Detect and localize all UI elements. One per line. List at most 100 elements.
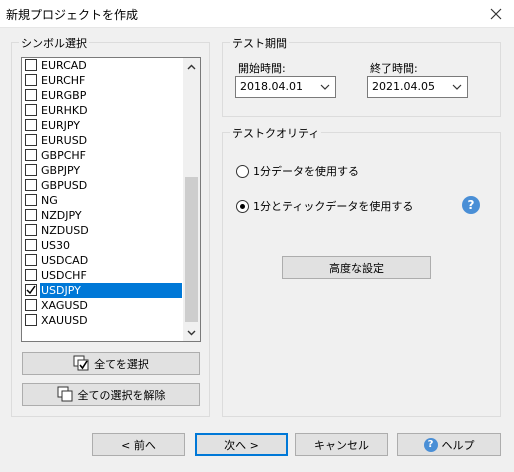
start-date-value: 2018.04.01 xyxy=(240,80,303,93)
advanced-settings-label: 高度な設定 xyxy=(329,261,384,275)
chevron-down-icon xyxy=(452,84,462,90)
select-all-label: 全てを選択 xyxy=(94,357,149,371)
symbol-list-item[interactable]: XAGUSD xyxy=(22,298,182,313)
scroll-down-button[interactable] xyxy=(183,324,200,341)
symbol-name: USDCAD xyxy=(41,254,89,267)
test-period-label: テスト期間 xyxy=(230,35,289,51)
symbol-checkbox[interactable] xyxy=(25,179,37,191)
symbol-checkbox[interactable] xyxy=(25,59,37,71)
symbol-name: NG xyxy=(41,194,58,207)
symbol-checkbox[interactable] xyxy=(25,224,37,236)
symbol-name: GBPJPY xyxy=(41,164,81,177)
symbol-name: USDJPY xyxy=(40,283,182,298)
advanced-settings-button[interactable]: 高度な設定 xyxy=(282,256,431,279)
symbol-checkbox[interactable] xyxy=(25,239,37,251)
symbol-name: XAGUSD xyxy=(41,299,88,312)
help-icon: ? xyxy=(423,437,438,452)
symbol-list-item[interactable]: EURJPY xyxy=(22,118,182,133)
symbol-checkbox[interactable] xyxy=(25,254,37,266)
checkmark-icon xyxy=(26,285,36,295)
back-label: < 前へ xyxy=(121,438,156,452)
symbol-list-items: EURCAD EURCHF EURGBP EURHKD EURJPY EURUSD GBPC… xyxy=(22,58,182,328)
start-date-combo[interactable]: 2018.04.01 xyxy=(235,76,336,98)
end-time-label: 終了時間: xyxy=(370,62,418,75)
symbol-name: XAUUSD xyxy=(41,314,88,327)
symbol-name: EURJPY xyxy=(41,119,80,132)
symbol-list-item[interactable]: NG xyxy=(22,193,182,208)
next-button[interactable]: 次へ > xyxy=(195,433,288,456)
symbol-checkbox[interactable] xyxy=(25,164,37,176)
back-button[interactable]: < 前へ xyxy=(92,433,185,456)
title-bar: 新規プロジェクトを作成 xyxy=(0,0,514,28)
symbol-name: EURHKD xyxy=(41,104,88,117)
radio-button[interactable] xyxy=(236,199,249,213)
symbol-list-item[interactable]: US30 xyxy=(22,238,182,253)
uncheck-all-icon xyxy=(57,386,72,402)
next-label: 次へ > xyxy=(224,438,259,452)
window-title: 新規プロジェクトを作成 xyxy=(6,8,139,22)
symbol-checkbox[interactable] xyxy=(25,194,37,206)
symbol-list[interactable]: EURCAD EURCHF EURGBP EURHKD EURJPY EURUSD GBPC… xyxy=(21,57,201,342)
help-icon[interactable]: ? xyxy=(462,196,480,214)
symbol-name: EURCAD xyxy=(41,59,87,72)
symbol-list-item[interactable]: USDCHF xyxy=(22,268,182,283)
symbol-name: NZDJPY xyxy=(41,209,82,222)
symbol-checkbox[interactable] xyxy=(25,284,37,296)
symbol-checkbox[interactable] xyxy=(25,299,37,311)
symbol-list-item[interactable]: EURCAD xyxy=(22,58,182,73)
cancel-label: キャンセル xyxy=(314,438,369,452)
select-all-button[interactable]: 全てを選択 xyxy=(22,352,200,375)
symbol-list-item[interactable]: USDJPY xyxy=(22,283,182,298)
symbol-list-item[interactable]: GBPUSD xyxy=(22,178,182,193)
end-date-combo[interactable]: 2021.04.05 xyxy=(367,76,468,98)
start-time-label: 開始時間: xyxy=(238,62,286,75)
radio-1min-tick-label: 1分とティックデータを使用する xyxy=(253,200,414,213)
check-all-icon xyxy=(73,355,89,371)
help-label: ヘルプ xyxy=(441,438,475,452)
close-button[interactable] xyxy=(478,0,514,28)
symbol-list-item[interactable]: EURHKD xyxy=(22,103,182,118)
symbol-list-item[interactable]: NZDUSD xyxy=(22,223,182,238)
scroll-up-button[interactable] xyxy=(183,58,200,75)
symbol-list-item[interactable]: EURCHF xyxy=(22,73,182,88)
symbol-checkbox[interactable] xyxy=(25,104,37,116)
symbol-list-item[interactable]: EURGBP xyxy=(22,88,182,103)
symbol-checkbox[interactable] xyxy=(25,149,37,161)
symbol-name: EURCHF xyxy=(41,74,86,87)
radio-button[interactable] xyxy=(236,164,249,178)
symbol-list-item[interactable]: USDCAD xyxy=(22,253,182,268)
symbol-checkbox[interactable] xyxy=(25,269,37,281)
radio-1min-label: 1分データを使用する xyxy=(253,165,359,178)
symbol-list-item[interactable]: NZDJPY xyxy=(22,208,182,223)
symbol-list-item[interactable]: GBPJPY xyxy=(22,163,182,178)
symbol-name: GBPUSD xyxy=(41,179,88,192)
deselect-all-button[interactable]: 全ての選択を解除 xyxy=(22,383,200,406)
symbol-selection-label: シンボル選択 xyxy=(19,35,89,51)
symbol-name: NZDUSD xyxy=(41,224,89,237)
chevron-down-icon xyxy=(320,84,330,90)
end-date-value: 2021.04.05 xyxy=(372,80,435,93)
symbol-checkbox[interactable] xyxy=(25,74,37,86)
symbol-list-scrollbar[interactable] xyxy=(183,58,200,341)
cancel-button[interactable]: キャンセル xyxy=(295,433,388,456)
symbol-list-item[interactable]: EURUSD xyxy=(22,133,182,148)
symbol-name: US30 xyxy=(41,239,71,252)
symbol-checkbox[interactable] xyxy=(25,209,37,221)
close-icon xyxy=(490,8,502,20)
help-button[interactable]: ? ヘルプ xyxy=(397,433,501,456)
deselect-all-label: 全ての選択を解除 xyxy=(77,388,166,402)
radio-1min-data[interactable]: 1分データを使用する xyxy=(236,163,359,179)
test-quality-label: テストクオリティ xyxy=(230,125,322,141)
chevron-down-icon xyxy=(187,330,196,335)
symbol-checkbox[interactable] xyxy=(25,89,37,101)
symbol-name: EURUSD xyxy=(41,134,88,147)
scroll-thumb[interactable] xyxy=(185,177,198,322)
chevron-up-icon xyxy=(187,64,196,69)
symbol-checkbox[interactable] xyxy=(25,134,37,146)
symbol-checkbox[interactable] xyxy=(25,314,37,326)
symbol-checkbox[interactable] xyxy=(25,119,37,131)
symbol-name: EURGBP xyxy=(41,89,87,102)
symbol-list-item[interactable]: XAUUSD xyxy=(22,313,182,328)
radio-1min-tick-data[interactable]: 1分とティックデータを使用する xyxy=(236,198,413,214)
symbol-list-item[interactable]: GBPCHF xyxy=(22,148,182,163)
